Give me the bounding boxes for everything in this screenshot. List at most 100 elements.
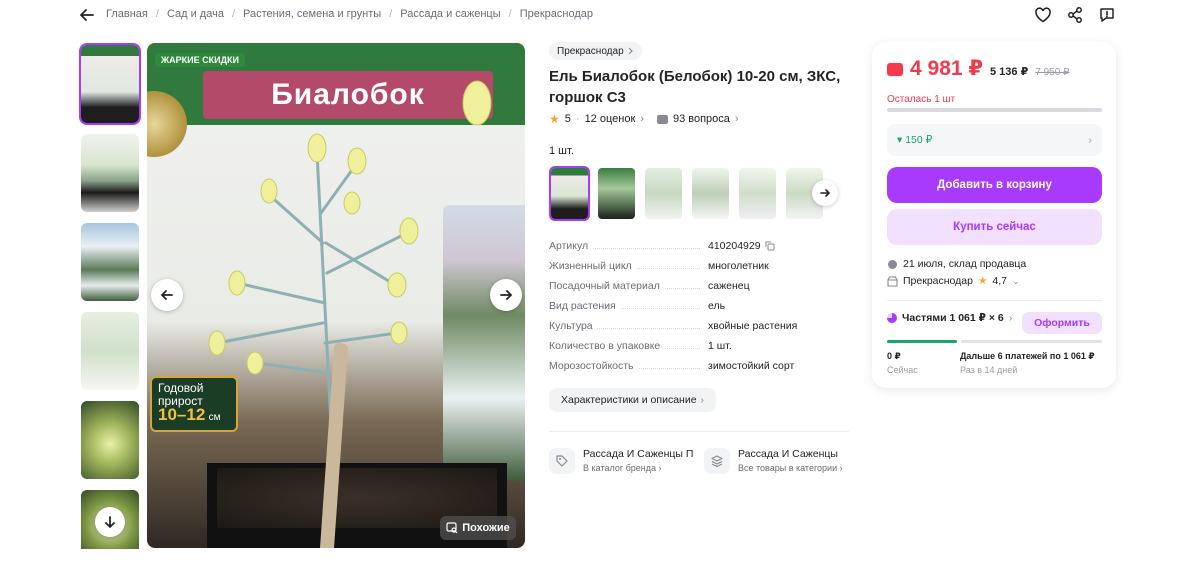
- arrow-down-icon: [105, 516, 115, 528]
- copy-icon[interactable]: [765, 241, 775, 251]
- questions-link[interactable]: 93 вопроса: [673, 113, 730, 125]
- variant-option[interactable]: [596, 166, 637, 221]
- breadcrumb-item[interactable]: Главная: [106, 8, 148, 20]
- wallet-icon: [887, 63, 903, 76]
- spec-key: Морозостойкость: [549, 360, 638, 372]
- brand-chip[interactable]: Прекраснодар: [549, 42, 642, 60]
- layers-icon: [704, 448, 730, 474]
- bonus-amount: ▾ 150 ₽: [897, 134, 933, 146]
- bonus-row[interactable]: ▾ 150 ₽ ›: [887, 124, 1102, 156]
- rating-row: ★ 5 · 12 оценок › 93 вопроса ›: [549, 112, 739, 126]
- share-button[interactable]: [1064, 4, 1086, 26]
- spec-key: Артикул: [549, 240, 593, 252]
- gallery-next-button[interactable]: [490, 279, 522, 311]
- heart-icon: [1035, 7, 1051, 23]
- seller-rating: 4,7: [992, 275, 1007, 287]
- reviews-link[interactable]: 12 оценок: [585, 113, 636, 125]
- specs-list: Артикул 410204929 Жизненный цикл многолет…: [549, 240, 849, 380]
- star-icon: ★: [977, 275, 988, 287]
- brand-name: Прекраснодар: [557, 45, 624, 57]
- stock-left: Осталась 1 шт: [887, 94, 956, 105]
- price-row: 4 981 ₽ 5 136 ₽ 7 950 ₽: [887, 56, 1069, 81]
- thumbnails-scroll-down-button[interactable]: [95, 507, 125, 537]
- price-regular: 5 136 ₽: [990, 66, 1029, 78]
- report-button[interactable]: [1096, 4, 1118, 26]
- quantity-label: 1 шт.: [549, 145, 574, 157]
- spec-key: Количество в упаковке: [549, 340, 665, 352]
- questions-icon: [656, 114, 668, 124]
- gallery-prev-button[interactable]: [151, 279, 183, 311]
- arrow-left-icon: [161, 290, 173, 300]
- spec-value: саженец: [708, 280, 750, 292]
- spec-row: Посадочный материал саженец: [549, 280, 849, 300]
- top-actions: [1032, 4, 1118, 26]
- buy-now-button[interactable]: Купить сейчас: [887, 209, 1102, 245]
- store-subtitle: В каталог бренда: [583, 463, 657, 473]
- spec-value: зимостойкий сорт: [708, 360, 795, 372]
- price-old: 7 950 ₽: [1035, 67, 1070, 78]
- variant-option[interactable]: [690, 166, 731, 221]
- spec-value: 1 шт.: [708, 340, 732, 352]
- spec-value: хвойные растения: [708, 320, 798, 332]
- brand-catalog-link[interactable]: Рассада И Саженцы ПР В каталог бренда ›: [549, 448, 693, 474]
- add-to-cart-button[interactable]: Добавить в корзину: [887, 167, 1102, 203]
- breadcrumb-item[interactable]: Растения, семена и грунты: [243, 8, 381, 20]
- thumbnail[interactable]: [79, 310, 141, 392]
- growth-unit: см: [208, 412, 221, 423]
- thumbnail-list: [79, 43, 141, 549]
- growth-badge: Годовой прирост 10–12 см: [150, 376, 238, 432]
- pay-now-label: Сейчас: [887, 365, 918, 375]
- spec-value: ель: [708, 300, 726, 312]
- product-title: Ель Биалобок (Белобок) 10-20 см, ЗКС, го…: [549, 68, 841, 106]
- divider: [887, 300, 1102, 301]
- store-title: Рассада И Саженцы: [738, 448, 838, 460]
- seller-info[interactable]: Прекраснодар ★ 4,7 ⌄: [887, 275, 1020, 287]
- store-icon: [887, 275, 898, 287]
- variant-option[interactable]: [549, 166, 590, 221]
- arrow-right-icon: [500, 290, 512, 300]
- arrow-right-icon: [820, 189, 830, 197]
- similar-button[interactable]: Похожие: [440, 516, 516, 540]
- variant-option[interactable]: [737, 166, 778, 221]
- chevron-down-icon: ⌄: [1012, 275, 1020, 286]
- pay-now-amount: 0 ₽: [887, 351, 901, 361]
- pay-later-label: Раз в 14 дней: [960, 365, 1018, 375]
- rating-value: 5: [564, 113, 571, 125]
- back-button[interactable]: [76, 4, 98, 26]
- pay-later-amount: Дальше 6 платежей по 1 061 ₽: [960, 351, 1095, 361]
- delivery-info: 21 июля, склад продавца: [887, 258, 1026, 270]
- arrow-left-icon: [80, 9, 94, 21]
- growth-value: 10–12: [158, 405, 206, 424]
- thumbnail[interactable]: [79, 221, 141, 303]
- image-search-icon: [446, 522, 458, 534]
- spec-key: Жизненный цикл: [549, 260, 636, 272]
- seller-name: Прекраснодар: [903, 275, 973, 287]
- box-icon: [888, 259, 897, 269]
- spec-row: Жизненный цикл многолетник: [549, 260, 849, 280]
- variant-option[interactable]: [643, 166, 684, 221]
- breadcrumb-item[interactable]: Рассада и саженцы: [400, 8, 500, 20]
- thumbnail[interactable]: [79, 399, 141, 481]
- variants-next-button[interactable]: [812, 180, 838, 206]
- installments-progress: [887, 340, 1102, 343]
- installments-row[interactable]: Частями 1 061 ₽ × 6 ›: [887, 312, 1012, 324]
- thumbnail[interactable]: [79, 132, 141, 214]
- pay-now: 0 ₽ Сейчас: [887, 349, 918, 377]
- favorite-button[interactable]: [1032, 4, 1054, 26]
- store-subtitle: Все товары в категории: [738, 463, 838, 473]
- category-link[interactable]: Рассада И Саженцы Все товары в категории…: [704, 448, 848, 474]
- installments-apply-button[interactable]: Оформить: [1022, 312, 1102, 334]
- report-icon: [1100, 8, 1114, 22]
- variant-list: [549, 166, 825, 221]
- specs-description-button[interactable]: Характеристики и описание ›: [549, 388, 717, 412]
- tag-icon: [549, 448, 575, 474]
- spec-value: многолетник: [708, 260, 769, 272]
- share-icon: [1068, 7, 1082, 23]
- star-icon: ★: [549, 112, 560, 126]
- thumbnail[interactable]: [79, 43, 141, 125]
- breadcrumb-item[interactable]: Сад и дача: [167, 8, 224, 20]
- spec-row: Артикул 410204929: [549, 240, 849, 260]
- breadcrumb-item[interactable]: Прекраснодар: [520, 8, 593, 20]
- product-main-image[interactable]: ЖАРКИЕ СКИДКИ Биалобок Годовой прирост 1…: [147, 43, 525, 548]
- spec-row: Количество в упаковке 1 шт.: [549, 340, 849, 360]
